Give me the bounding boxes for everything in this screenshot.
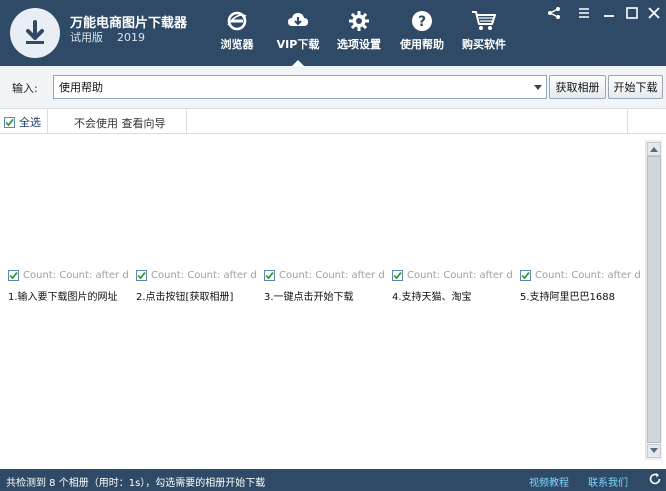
video-tutorial-link[interactable]: 视频教程 (529, 474, 569, 489)
item-count: Count: Count: after do... (279, 269, 385, 281)
select-all-label: 全选 (19, 116, 41, 129)
list-item[interactable]: Count: Count: after do... 4.支持天猫、淘宝 (392, 268, 517, 303)
item-checkbox[interactable] (264, 269, 275, 281)
item-checkbox[interactable] (520, 269, 531, 281)
item-caption: 1.输入要下载图片的网址 (8, 292, 118, 303)
app-logo-icon (10, 8, 60, 58)
input-label: 输入: (12, 82, 38, 95)
refresh-icon[interactable] (648, 472, 662, 486)
cart-icon (472, 11, 496, 30)
gear-icon (349, 11, 369, 31)
browser-e-icon (227, 11, 247, 31)
nav-help-label: 使用帮助 (400, 38, 444, 51)
item-caption: 4.支持天猫、淘宝 (392, 292, 472, 303)
menu-icon[interactable] (576, 5, 592, 21)
question-icon: ? (412, 11, 432, 31)
close-icon[interactable] (646, 5, 662, 21)
cloud-download-icon (288, 13, 308, 26)
fetch-albums-button[interactable]: 获取相册 (549, 75, 606, 99)
nav-help[interactable]: ? 使用帮助 (397, 8, 447, 56)
scrollbar-thumb[interactable] (647, 156, 661, 443)
select-all-checkbox[interactable]: 全选 (4, 114, 41, 130)
edition-year: 2019 (117, 31, 145, 44)
edition-label: 试用版 (70, 31, 103, 44)
nav-vip-download[interactable]: VIP下载 (273, 8, 323, 66)
nav-buy[interactable]: 购买软件 (459, 8, 509, 56)
app-edition: 试用版 2019 (70, 29, 159, 45)
nav-browser-label: 浏览器 (220, 38, 254, 51)
item-count: Count: Count: after do... (151, 269, 257, 281)
item-count: Count: Count: after do... (23, 269, 129, 281)
maximize-icon[interactable] (624, 5, 640, 21)
nav-buy-label: 购买软件 (462, 38, 506, 51)
item-checkbox[interactable] (392, 269, 403, 281)
nav-settings-label: 选项设置 (337, 38, 381, 51)
list-item[interactable]: Count: Count: after do... 1.输入要下载图片的网址 (8, 268, 133, 303)
item-caption: 2.点击按钮[获取相册] (136, 292, 234, 303)
toolbar-spacer (187, 109, 628, 133)
select-all-cell: 全选 (0, 109, 48, 133)
guide-link[interactable]: 不会使用 查看向导 (74, 115, 166, 131)
item-count: Count: Count: after do... (535, 269, 641, 281)
nav-browser[interactable]: 浏览器 (212, 8, 262, 56)
chevron-down-icon[interactable] (534, 85, 542, 90)
share-icon[interactable] (546, 5, 562, 21)
start-download-button[interactable]: 开始下载 (608, 75, 663, 99)
svg-text:?: ? (418, 14, 426, 30)
url-input-row: 输入: 获取相册 开始下载 (0, 66, 666, 109)
url-combobox[interactable] (53, 75, 547, 99)
contact-us-link[interactable]: 联系我们 (588, 474, 628, 489)
list-toolbar: 全选 不会使用 查看向导 (0, 109, 666, 134)
status-text: 共检测到 8 个相册（用时：1s），勾选需要的相册开始下载 (6, 478, 266, 489)
item-count: Count: Count: after do... (407, 269, 513, 281)
nav-vip-download-label: VIP下载 (276, 38, 320, 51)
item-checkbox[interactable] (8, 269, 19, 281)
item-caption: 3.一键点击开始下载 (264, 292, 354, 303)
nav-settings[interactable]: 选项设置 (334, 8, 384, 56)
minimize-icon[interactable] (601, 5, 617, 21)
status-bar: 共检测到 8 个相册（用时：1s），勾选需要的相册开始下载 视频教程 联系我们 (0, 469, 666, 491)
list-item[interactable]: Count: Count: after do... 2.点击按钮[获取相册] (136, 268, 261, 303)
vertical-scrollbar[interactable] (645, 140, 662, 460)
list-item[interactable]: Count: Count: after do... 5.支持阿里巴巴1688 (520, 268, 645, 303)
title-bar: 万能电商图片下载器 试用版 2019 浏览器 VIP下载 选项设置 ? 使用帮助… (0, 0, 666, 66)
scroll-up-icon[interactable] (647, 142, 661, 156)
url-input[interactable] (59, 79, 529, 95)
scroll-down-icon[interactable] (647, 444, 661, 458)
list-item[interactable]: Count: Count: after do... 3.一键点击开始下载 (264, 268, 389, 303)
checkbox-checked-icon (4, 116, 15, 128)
item-checkbox[interactable] (136, 269, 147, 281)
help-link-cell: 不会使用 查看向导 (48, 109, 187, 133)
item-caption: 5.支持阿里巴巴1688 (520, 292, 615, 303)
